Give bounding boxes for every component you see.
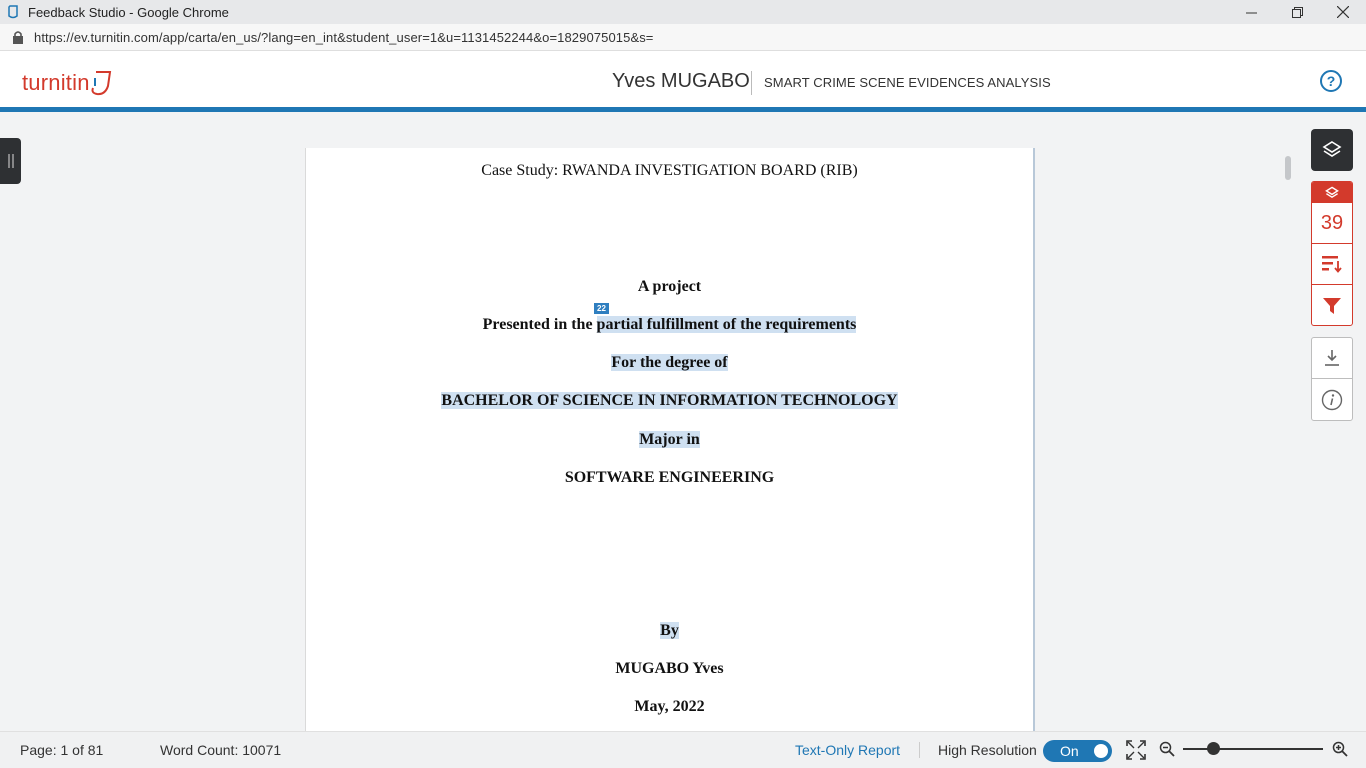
by-line: By bbox=[306, 622, 1033, 640]
download-icon bbox=[1325, 350, 1339, 366]
zoom-in-icon bbox=[1332, 741, 1348, 757]
layers-button[interactable] bbox=[1311, 129, 1353, 171]
info-button[interactable] bbox=[1312, 379, 1352, 420]
software-line: SOFTWARE ENGINEERING bbox=[564, 469, 775, 486]
zoom-slider-handle[interactable] bbox=[1207, 742, 1221, 755]
similarity-score-button[interactable]: 39 bbox=[1312, 203, 1352, 244]
turnitin-logo[interactable]: turnitin bbox=[22, 68, 116, 98]
bachelor-line: BACHELOR OF SCIENCE IN INFORMATION TECHN… bbox=[306, 392, 1033, 410]
text-only-report-link[interactable]: Text-Only Report bbox=[795, 742, 900, 758]
author-name: Yves MUGABO bbox=[612, 70, 750, 92]
url-text[interactable]: https://ev.turnitin.com/app/carta/en_us/… bbox=[34, 30, 654, 45]
date-line: May, 2022 bbox=[634, 698, 705, 715]
document-title: SMART CRIME SCENE EVIDENCES ANALYSIS bbox=[764, 75, 1051, 90]
grip-icon bbox=[8, 154, 13, 168]
major-line: Major in bbox=[306, 431, 1033, 449]
help-button[interactable]: ? bbox=[1320, 70, 1342, 92]
match-badge[interactable]: 22 bbox=[594, 303, 609, 314]
info-icon bbox=[1321, 389, 1343, 410]
tools-panel bbox=[1311, 337, 1353, 421]
filter-button[interactable] bbox=[1312, 285, 1352, 325]
similarity-panel: 39 bbox=[1311, 181, 1353, 326]
author-line: MUGABO Yves bbox=[615, 660, 724, 677]
restore-button[interactable] bbox=[1274, 0, 1320, 24]
layers-icon bbox=[1325, 186, 1339, 198]
turnitin-mark-icon bbox=[91, 71, 111, 96]
toggle-state: On bbox=[1060, 743, 1079, 759]
app-header: turnitin Yves MUGABO SMART CRIME SCENE E… bbox=[0, 51, 1366, 112]
close-window-button[interactable] bbox=[1320, 0, 1366, 24]
page-indicator: Page: 1 of 81 bbox=[20, 742, 104, 758]
highlighted-match[interactable]: For the degree of bbox=[611, 354, 728, 371]
footer-divider bbox=[919, 742, 920, 758]
high-resolution-toggle[interactable]: On bbox=[1043, 740, 1112, 762]
turnitin-favicon-icon bbox=[8, 5, 18, 19]
fullscreen-button[interactable] bbox=[1126, 740, 1146, 763]
document-page: Case Study: RWANDA INVESTIGATION BOARD (… bbox=[305, 148, 1035, 731]
address-bar[interactable]: https://ev.turnitin.com/app/carta/en_us/… bbox=[0, 24, 1366, 51]
high-resolution-label: High Resolution bbox=[938, 742, 1037, 758]
highlighted-match[interactable]: By bbox=[660, 622, 679, 639]
degree-line: For the degree of bbox=[306, 354, 1033, 372]
layers-icon bbox=[1322, 141, 1342, 157]
presented-line: Presented in the partial fulfillment of … bbox=[306, 316, 1033, 334]
status-footer: Page: 1 of 81 Word Count: 10071 Text-Onl… bbox=[0, 731, 1366, 768]
help-icon: ? bbox=[1326, 73, 1336, 89]
highlighted-match[interactable]: partial fulfillment of the requirements bbox=[596, 316, 857, 333]
scroll-thumb[interactable] bbox=[1285, 156, 1291, 180]
header-divider bbox=[751, 71, 752, 95]
side-panel-toggle[interactable] bbox=[0, 138, 21, 184]
minimize-button[interactable] bbox=[1228, 0, 1274, 24]
zoom-out-button[interactable] bbox=[1159, 741, 1175, 760]
filter-icon bbox=[1323, 297, 1341, 314]
browser-titlebar: Feedback Studio - Google Chrome bbox=[0, 0, 1366, 24]
presented-text: Presented in the bbox=[482, 316, 597, 333]
zoom-in-button[interactable] bbox=[1332, 741, 1348, 760]
match-overview-button[interactable] bbox=[1312, 244, 1352, 285]
zoom-slider-track[interactable] bbox=[1183, 748, 1323, 750]
download-button[interactable] bbox=[1312, 338, 1352, 379]
zoom-out-icon bbox=[1159, 741, 1175, 757]
close-icon bbox=[1337, 6, 1349, 18]
highlighted-match[interactable]: BACHELOR OF SCIENCE IN INFORMATION TECHN… bbox=[441, 392, 898, 409]
restore-icon bbox=[1291, 6, 1303, 18]
similarity-score: 39 bbox=[1320, 211, 1344, 234]
toggle-knob bbox=[1094, 744, 1108, 758]
similarity-layer-button[interactable] bbox=[1312, 182, 1352, 203]
highlighted-match[interactable]: Major in bbox=[639, 431, 700, 448]
viewer-scrollbar[interactable] bbox=[1283, 148, 1293, 731]
lock-icon bbox=[13, 31, 23, 44]
fullscreen-icon bbox=[1126, 740, 1146, 760]
window-title: Feedback Studio - Google Chrome bbox=[28, 4, 229, 20]
case-study-line: Case Study: RWANDA INVESTIGATION BOARD (… bbox=[481, 162, 858, 179]
minimize-icon bbox=[1245, 12, 1257, 13]
word-count: Word Count: 10071 bbox=[160, 742, 282, 758]
project-line: A project bbox=[637, 278, 702, 295]
sort-bars-icon bbox=[1322, 256, 1342, 273]
logo-wordmark: turnitin bbox=[22, 70, 90, 95]
